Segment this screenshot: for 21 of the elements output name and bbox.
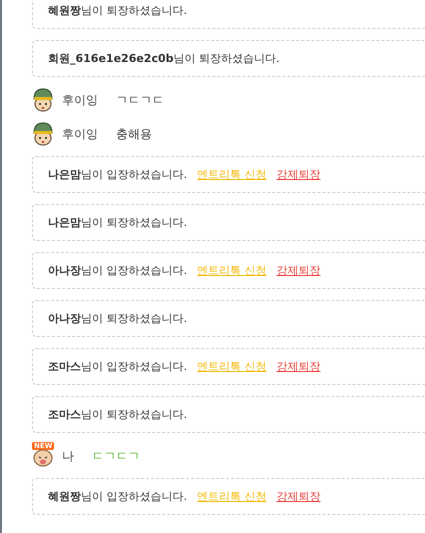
notice-text: 혜원짱님이 퇴장하셨습니다. xyxy=(48,3,187,18)
notice-text: 회원_616e1e26e2c0b님이 퇴장하셨습니다. xyxy=(48,51,280,66)
notice-text: 나은맘님이 퇴장하셨습니다. xyxy=(48,215,187,230)
action-link[interactable]: 강제퇴장 xyxy=(276,489,320,504)
helmet-avatar-icon xyxy=(32,88,54,112)
notice-text: 아나장님이 퇴장하셨습니다. xyxy=(48,311,187,326)
action-link[interactable]: 강제퇴장 xyxy=(276,167,320,182)
notice-text: 나은맘님이 입장하셨습니다. xyxy=(48,167,187,182)
sender-name: 나 xyxy=(62,448,74,464)
sender-name: 후이잉 xyxy=(62,126,98,142)
chat-message: ㄱㄷㄱㄷ xyxy=(116,92,164,108)
chat-message: 충해용 xyxy=(116,126,152,142)
helmet-avatar-icon xyxy=(32,122,54,146)
notice-text: 조마스님이 입장하셨습니다. xyxy=(48,359,187,374)
action-link[interactable]: 강제퇴장 xyxy=(276,263,320,278)
notice-text: 아나장님이 입장하셨습니다. xyxy=(48,263,187,278)
chat-message: ㄷㄱㄷㄱ xyxy=(92,448,140,464)
sender-name: 후이잉 xyxy=(62,92,98,108)
notice-text: 혜원짱님이 입장하셨습니다. xyxy=(48,489,187,504)
notice-text: 조마스님이 퇴장하셨습니다. xyxy=(48,407,187,422)
action-link[interactable]: 강제퇴장 xyxy=(276,359,320,374)
